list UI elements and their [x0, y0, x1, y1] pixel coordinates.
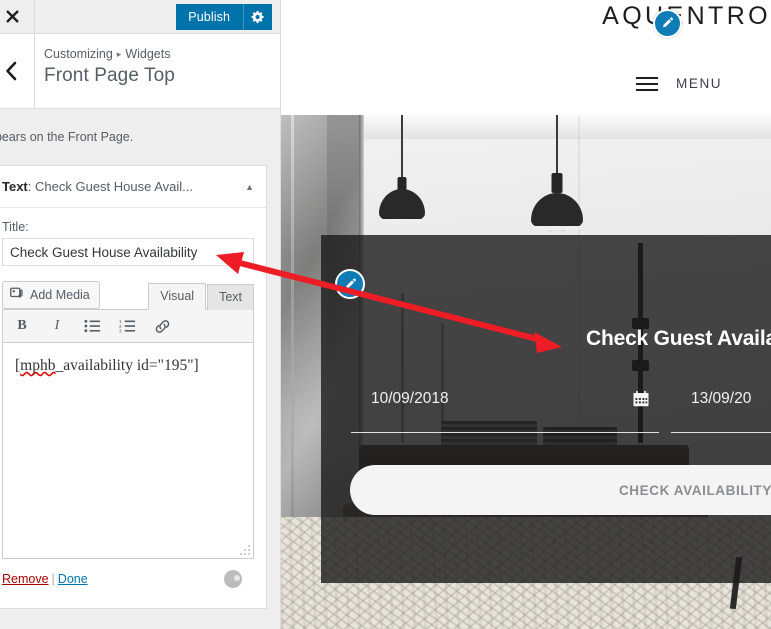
menu-label: MENU	[676, 76, 723, 91]
booking-title: Check Guest Availability	[586, 327, 771, 350]
edit-pencil-icon[interactable]	[653, 9, 682, 38]
chevron-left-icon[interactable]	[0, 34, 35, 108]
check-in-field[interactable]: 10/09/2018	[351, 390, 671, 433]
misspelled-word: mphb	[20, 357, 56, 374]
spinner	[224, 570, 242, 588]
check-out-value: 13/09/20	[691, 390, 752, 407]
editor-top-row: Add Media Visual Text	[2, 279, 254, 310]
editor-content-area[interactable]: [mphb_availability id="195"]	[2, 343, 254, 559]
svg-text:3: 3	[119, 329, 122, 333]
menu-toggle[interactable]: MENU	[636, 76, 722, 91]
publish-group: Publish	[176, 4, 272, 30]
link-icon[interactable]	[151, 314, 173, 338]
customizer-title-block: Customizing ▸ Widgets Front Page Top	[44, 47, 175, 87]
calendar-icon[interactable]	[633, 391, 649, 410]
site-header: AQUENTRO MENU	[281, 0, 771, 115]
remove-link[interactable]: Remove	[2, 572, 49, 586]
widget-type-separator: :	[27, 179, 32, 194]
widget-card: Text: Check Guest House Avail... ▲ Title…	[0, 165, 267, 609]
check-out-underline	[671, 432, 771, 433]
italic-icon[interactable]: I	[46, 314, 68, 338]
shortcode-text: [mphb_availability id="195"]	[15, 357, 199, 374]
site-logo[interactable]: AQUENTRO	[602, 2, 771, 31]
title-input[interactable]	[2, 238, 254, 266]
add-media-label: Add Media	[30, 288, 90, 302]
customizer-header: Customizing ▸ Widgets Front Page Top	[0, 34, 280, 109]
bold-icon[interactable]: B	[11, 314, 33, 338]
numbered-list-icon[interactable]: 1 2 3	[116, 314, 138, 338]
widget-footer: Remove | Done	[2, 559, 254, 598]
bulleted-list-icon[interactable]	[81, 314, 103, 338]
page-title: Front Page Top	[44, 65, 175, 86]
check-in-value: 10/09/2018	[371, 390, 449, 407]
close-icon[interactable]	[0, 0, 35, 33]
widget-header-toggle[interactable]: Text: Check Guest House Avail... ▲	[0, 166, 266, 208]
breadcrumb-separator-icon: ▸	[116, 48, 122, 59]
publish-button[interactable]: Publish	[176, 4, 243, 30]
widget-type-label: Text	[2, 179, 28, 194]
footer-separator: |	[51, 572, 55, 586]
check-availability-label: CHECK AVAILABILITY	[618, 482, 771, 498]
hamburger-icon	[636, 76, 658, 91]
shortcode-rest: _availability id="195"	[55, 357, 194, 374]
done-link[interactable]: Done	[58, 572, 88, 586]
gear-icon[interactable]	[243, 4, 272, 30]
check-out-field[interactable]: 13/09/20	[671, 390, 771, 433]
title-field-label: Title:	[2, 220, 29, 234]
editor-mode-tabs: Visual Text	[148, 282, 254, 310]
date-fields-row: 10/09/2018 13/09/20	[351, 390, 771, 433]
check-availability-button[interactable]: CHECK AVAILABILITY	[350, 465, 771, 515]
breadcrumb-widgets[interactable]: Widgets	[125, 47, 170, 61]
customizer-topbar: Publish	[0, 0, 280, 34]
breadcrumb-customizing[interactable]: Customizing	[44, 47, 113, 61]
editor-toolbar: B I 1 2 3	[2, 309, 254, 343]
tab-text[interactable]: Text	[207, 284, 254, 310]
booking-widget: Check Guest Availability 10/09/2018	[321, 235, 771, 583]
tab-visual[interactable]: Visual	[148, 283, 207, 310]
widget-name: Check Guest House Avail...	[35, 179, 194, 194]
widget-footer-links: Remove | Done	[2, 572, 88, 586]
add-media-button[interactable]: Add Media	[2, 281, 100, 309]
customizer-sidebar: Publish Customizing ▸ Widgets Front Page…	[0, 0, 281, 629]
edit-pencil-icon[interactable]	[335, 269, 365, 299]
breadcrumb: Customizing ▸ Widgets	[44, 47, 175, 61]
site-preview: AQUENTRO MENU Check Guest Availa 10/09/2…	[281, 0, 771, 629]
widget-header-label: Text: Check Guest House Avail...	[2, 179, 245, 194]
check-in-underline	[351, 432, 659, 433]
resize-handle[interactable]	[239, 544, 251, 556]
chevron-up-icon[interactable]: ▲	[245, 182, 254, 192]
media-icon	[10, 286, 25, 304]
hero-section: Check Guest Availability 10/09/2018	[281, 115, 771, 629]
widget-body: Title: Add Media Visual	[0, 208, 266, 608]
panel-description: ppears on the Front Page.	[0, 130, 134, 144]
